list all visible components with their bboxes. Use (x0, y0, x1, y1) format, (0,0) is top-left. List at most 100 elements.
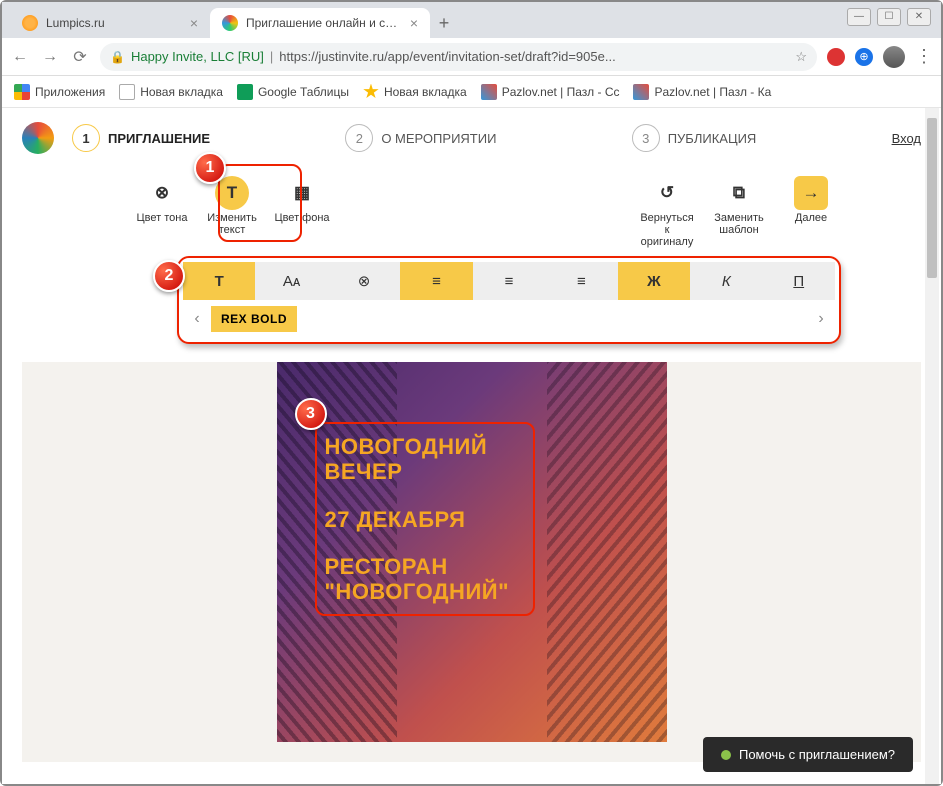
palm-decoration (547, 362, 667, 742)
italic-icon: К (722, 273, 731, 290)
window-controls: — ☐ ✕ (847, 8, 931, 26)
tool-next[interactable]: → Далее (781, 176, 841, 248)
tool-label: Вернуться к оригиналу (637, 212, 697, 248)
tool-color-tone[interactable]: ⊗ Цвет тона (132, 176, 192, 236)
help-chat-widget[interactable]: Помочь с приглашением? (703, 737, 913, 772)
puzzle-icon (633, 84, 649, 100)
tt-align-left[interactable]: ≡ (400, 262, 472, 300)
text-icon: T (215, 273, 224, 290)
login-link[interactable]: Вход (892, 131, 921, 146)
puzzle-icon (481, 84, 497, 100)
text-toolbar: 2 T Aᴀ ⊗ ≡ ≡ ≡ Ж К П ‹ REX BOLD › (177, 256, 841, 344)
tab-justinvite[interactable]: Приглашение онлайн и сайт ме × (210, 8, 430, 38)
editor-toolbar: ⊗ Цвет тона T Изменить текст ▦ Цвет фона… (2, 168, 941, 248)
invitation-text-block[interactable]: НОВОГОДНИЙ ВЕЧЕР 27 ДЕКАБРЯ РЕСТОРАН "НО… (315, 422, 535, 616)
tt-bold[interactable]: Ж (618, 262, 690, 300)
address-bar: ← → ⟳ 🔒 Happy Invite, LLC [RU] | https:/… (2, 38, 941, 76)
favicon-icon (222, 15, 238, 31)
tool-replace-template[interactable]: ⧉ Заменить шаблон (709, 176, 769, 248)
star-icon[interactable]: ☆ (795, 49, 807, 65)
bookmark-item[interactable]: Новая вкладка (119, 84, 223, 100)
tt-italic[interactable]: К (690, 262, 762, 300)
maximize-button[interactable]: ☐ (877, 8, 901, 26)
tt-text-tab[interactable]: T (183, 262, 255, 300)
invite-line: 27 ДЕКАБРЯ (325, 507, 525, 532)
tt-align-right[interactable]: ≡ (545, 262, 617, 300)
step-number: 2 (345, 124, 373, 152)
favicon-icon (22, 15, 38, 31)
align-left-icon: ≡ (432, 273, 441, 290)
close-icon[interactable]: × (190, 15, 198, 31)
bookmarks-bar: Приложения Новая вкладка Google Таблицы … (2, 76, 941, 108)
highlight-box-1 (218, 164, 302, 242)
font-name-chip[interactable]: REX BOLD (211, 306, 297, 332)
sheets-icon (237, 84, 253, 100)
invitation-card[interactable]: 3 НОВОГОДНИЙ ВЕЧЕР 27 ДЕКАБРЯ РЕСТОРАН "… (277, 362, 667, 742)
lock-icon: 🔒 (110, 50, 125, 64)
bookmark-label: Новая вкладка (140, 85, 223, 99)
tt-font-size[interactable]: Aᴀ (255, 262, 327, 300)
site-logo[interactable] (22, 122, 54, 154)
annotation-badge-3: 3 (295, 398, 327, 430)
status-dot-icon (721, 750, 731, 760)
bookmark-item[interactable]: Новая вкладка (363, 84, 467, 100)
bold-icon: Ж (647, 273, 661, 290)
underline-icon: П (793, 273, 804, 290)
step-number: 1 (72, 124, 100, 152)
forward-button[interactable]: → (40, 48, 60, 66)
step-about[interactable]: 2 О МЕРОПРИЯТИИ (345, 124, 496, 152)
page-content: 1 ПРИГЛАШЕНИЕ 2 О МЕРОПРИЯТИИ 3 ПУБЛИКАЦ… (2, 108, 941, 784)
annotation-badge-2: 2 (153, 260, 185, 292)
font-prev-button[interactable]: ‹ (183, 310, 211, 328)
invite-line: РЕСТОРАН (325, 554, 525, 579)
invite-line: НОВОГОДНИЙ (325, 434, 525, 459)
minimize-button[interactable]: — (847, 8, 871, 26)
undo-icon: ↺ (650, 176, 684, 210)
step-number: 3 (632, 124, 660, 152)
rgb-icon: ⊗ (358, 272, 371, 290)
url-text: https://justinvite.ru/app/event/invitati… (279, 49, 789, 64)
tool-revert[interactable]: ↺ Вернуться к оригиналу (637, 176, 697, 248)
highlight-box-2: T Aᴀ ⊗ ≡ ≡ ≡ Ж К П ‹ REX BOLD › (177, 256, 841, 344)
tab-bar: Lumpics.ru × Приглашение онлайн и сайт м… (2, 2, 941, 38)
page-icon (119, 84, 135, 100)
tab-title: Lumpics.ru (46, 16, 182, 30)
star-icon (363, 84, 379, 100)
back-button[interactable]: ← (10, 48, 30, 66)
close-window-button[interactable]: ✕ (907, 8, 931, 26)
bookmark-label: Pazlov.net | Пазл - Сс (502, 85, 620, 99)
step-publish[interactable]: 3 ПУБЛИКАЦИЯ (632, 124, 757, 152)
rgb-icon: ⊗ (145, 176, 179, 210)
step-label: О МЕРОПРИЯТИИ (381, 131, 496, 146)
invite-line: ВЕЧЕР (325, 459, 525, 484)
help-chat-label: Помочь с приглашением? (739, 747, 895, 762)
tt-align-center[interactable]: ≡ (473, 262, 545, 300)
apps-button[interactable]: Приложения (14, 84, 105, 100)
extension-opera-icon[interactable] (827, 48, 845, 66)
new-tab-button[interactable]: + (430, 13, 458, 34)
bookmark-item[interactable]: Pazlov.net | Пазл - Сс (481, 84, 620, 100)
close-icon[interactable]: × (410, 15, 418, 31)
tt-color[interactable]: ⊗ (328, 262, 400, 300)
bookmark-label: Google Таблицы (258, 85, 349, 99)
tt-underline[interactable]: П (763, 262, 835, 300)
extension-globe-icon[interactable]: ⊕ (855, 48, 873, 66)
bookmark-item[interactable]: Google Таблицы (237, 84, 349, 100)
bookmark-item[interactable]: Pazlov.net | Пазл - Ка (633, 84, 771, 100)
tool-label: Далее (795, 212, 827, 224)
invite-line: "НОВОГОДНИЙ" (325, 579, 525, 604)
omnibox[interactable]: 🔒 Happy Invite, LLC [RU] | https://justi… (100, 43, 817, 71)
menu-button[interactable]: ⋮ (915, 46, 933, 67)
font-next-button[interactable]: › (807, 310, 835, 328)
url-org: Happy Invite, LLC [RU] (131, 49, 264, 64)
profile-avatar[interactable] (883, 46, 905, 68)
step-invitation[interactable]: 1 ПРИГЛАШЕНИЕ (72, 124, 210, 152)
step-label: ПРИГЛАШЕНИЕ (108, 131, 210, 146)
tab-title: Приглашение онлайн и сайт ме (246, 16, 402, 30)
bookmark-label: Pazlov.net | Пазл - Ка (654, 85, 771, 99)
tool-label: Заменить шаблон (709, 212, 769, 236)
annotation-badge-1: 1 (194, 152, 226, 184)
arrow-right-icon: → (794, 176, 828, 210)
reload-button[interactable]: ⟳ (70, 47, 90, 67)
tab-lumpics[interactable]: Lumpics.ru × (10, 8, 210, 38)
